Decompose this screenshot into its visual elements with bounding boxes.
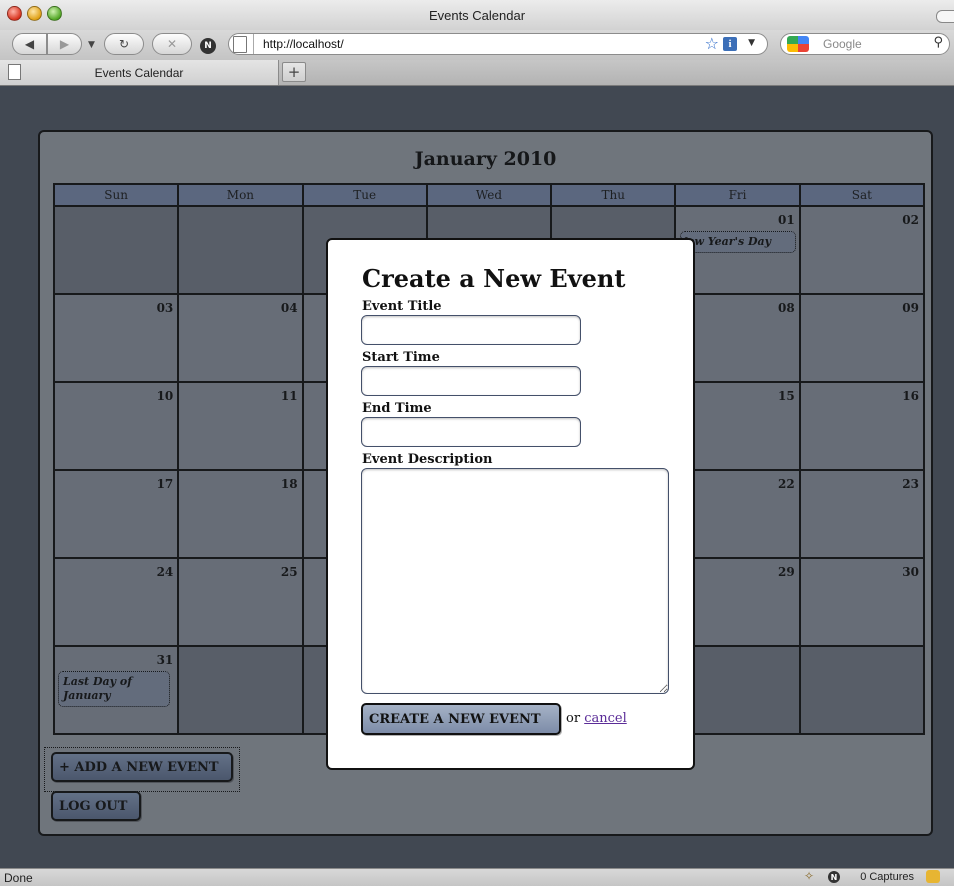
search-box[interactable]: Google ⚲ [780, 33, 950, 55]
status-text: Done [4, 871, 33, 885]
wand-icon[interactable]: ✧ [804, 869, 814, 883]
modal-title: Create a New Event [362, 264, 626, 293]
back-button[interactable]: ◀ [12, 33, 47, 55]
forward-button[interactable]: ▶ [47, 33, 82, 55]
bookmark-star-icon[interactable]: ☆ [705, 34, 719, 53]
reload-button[interactable]: ↻ [104, 33, 144, 55]
end-time-input[interactable] [361, 417, 581, 447]
cancel-link[interactable]: cancel [584, 711, 627, 726]
browser-toolbar: ◀ ▶ ▼ ↻ ✕ N http://localhost/ ☆ i ▼ Goog… [0, 30, 954, 60]
toolbar-toggle-button[interactable] [936, 10, 954, 23]
or-text: or [566, 711, 581, 726]
event-title-label: Event Title [362, 299, 442, 314]
address-bar[interactable]: http://localhost/ ☆ i ▼ [228, 33, 768, 55]
tab-bar: Events Calendar + [0, 60, 954, 86]
stop-icon: ✕ [166, 37, 178, 51]
url-separator [253, 34, 254, 54]
search-placeholder: Google [823, 37, 862, 51]
start-time-input[interactable] [361, 366, 581, 396]
forward-arrow-icon: ▶ [59, 37, 70, 51]
tab-events-calendar[interactable]: Events Calendar [0, 60, 279, 85]
create-event-modal: Create a New Event Event Title Start Tim… [326, 238, 695, 770]
window-title: Events Calendar [428, 8, 526, 23]
captures-count[interactable]: 0 Captures [860, 871, 914, 883]
event-description-label: Event Description [362, 452, 493, 467]
plus-icon: + [287, 63, 301, 81]
info-icon[interactable]: i [723, 37, 737, 51]
search-icon[interactable]: ⚲ [933, 35, 943, 50]
extension-n-icon[interactable]: N [200, 38, 216, 54]
info-dropdown-icon[interactable]: ▼ [748, 38, 755, 48]
google-search-engine-icon[interactable] [787, 36, 809, 52]
reload-icon: ↻ [118, 37, 130, 51]
history-dropdown-icon[interactable]: ▼ [88, 40, 95, 50]
page-icon [233, 36, 247, 53]
addon-icon[interactable] [926, 870, 940, 883]
event-title-input[interactable] [361, 315, 581, 345]
cancel-row: or cancel [566, 711, 627, 726]
start-time-label: Start Time [362, 350, 440, 365]
url-text[interactable]: http://localhost/ [263, 37, 344, 51]
end-time-label: End Time [362, 401, 432, 416]
back-arrow-icon: ◀ [24, 37, 35, 51]
stop-button[interactable]: ✕ [152, 33, 192, 55]
tab-label: Events Calendar [94, 66, 184, 80]
new-tab-button[interactable]: + [282, 62, 306, 82]
create-event-submit-button[interactable]: CREATE A NEW EVENT [361, 703, 561, 735]
event-description-textarea[interactable] [361, 468, 669, 694]
status-bar: Done ✧ N 0 Captures [0, 868, 954, 886]
capture-n-icon: N [828, 871, 840, 883]
window-titlebar: Events Calendar [0, 0, 954, 30]
